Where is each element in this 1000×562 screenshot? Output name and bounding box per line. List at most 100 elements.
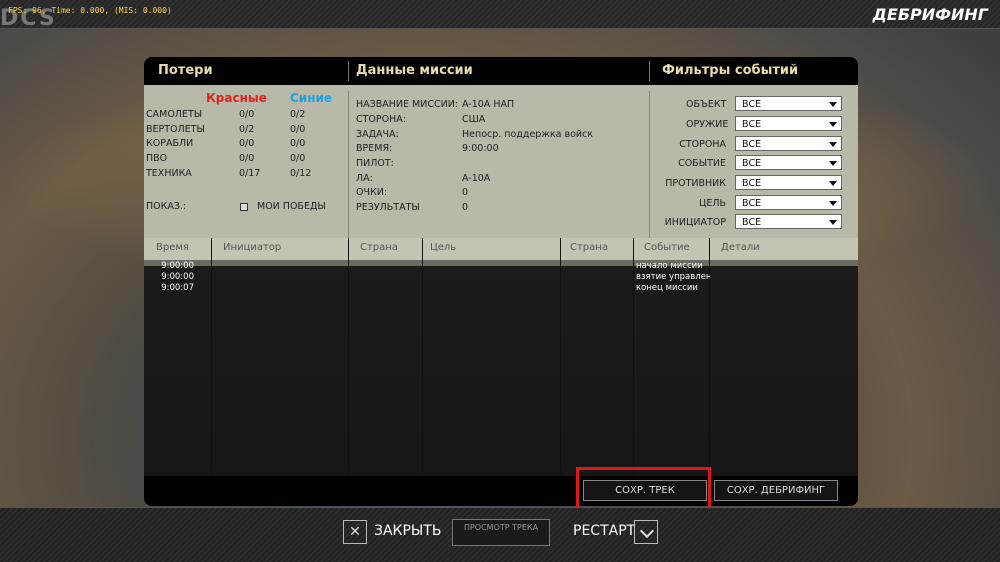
blue-team-header: Синие bbox=[290, 91, 333, 105]
dropdown-arrow-icon bbox=[829, 161, 837, 166]
loss-label: ТЕХНИКА bbox=[146, 168, 192, 179]
filter-label-opponent: ПРОТИВНИК bbox=[665, 178, 726, 189]
red-team-header: Красные bbox=[206, 91, 267, 105]
loss-blue-value: 0/12 bbox=[290, 168, 312, 179]
mission-label: ЛА: bbox=[356, 173, 373, 184]
column-header-details[interactable]: Детали bbox=[721, 242, 760, 253]
loss-red-value: 0/17 bbox=[239, 168, 261, 179]
restart-button[interactable]: РЕСТАРТ bbox=[573, 523, 635, 539]
event-filters-header: Фильтры событий bbox=[662, 63, 799, 78]
mission-label: НАЗВАНИЕ МИССИИ: bbox=[356, 99, 459, 110]
loss-blue-value: 0/0 bbox=[290, 138, 306, 149]
top-bar: DCS FPS: 96, Time: 0.000, (MIS: 0.000) Д… bbox=[0, 0, 1000, 31]
table-row-event: начало миссии bbox=[636, 261, 703, 271]
filter-label-target: ЦЕЛЬ bbox=[698, 198, 726, 209]
my-wins-checkbox[interactable] bbox=[240, 203, 248, 211]
restart-options-button[interactable] bbox=[634, 520, 658, 544]
events-table: Время Инициатор Страна Цель Страна Событ… bbox=[144, 238, 858, 476]
column-divider bbox=[211, 238, 212, 476]
close-button[interactable]: ЗАКРЫТЬ bbox=[374, 523, 441, 539]
mission-value: Непоср. поддержка войск bbox=[462, 129, 594, 140]
loss-blue-value: 0/2 bbox=[290, 109, 306, 120]
column-divider bbox=[633, 238, 634, 476]
table-row-event: конец миссии bbox=[636, 283, 698, 293]
loss-blue-value: 0/0 bbox=[290, 153, 306, 164]
filter-select-value: ВСЕ bbox=[742, 139, 762, 150]
loss-label: ВЕРТОЛЕТЫ bbox=[146, 124, 205, 135]
table-row-time: 9:00:07 bbox=[161, 283, 194, 293]
section-divider bbox=[348, 91, 349, 261]
filter-select-opponent[interactable]: ВСЕ bbox=[735, 175, 842, 190]
chevron-down-icon bbox=[639, 523, 655, 539]
mission-value: 0 bbox=[462, 202, 469, 213]
column-divider bbox=[560, 238, 561, 476]
table-row-time: 9:00:00 bbox=[161, 272, 194, 282]
mission-label: ПИЛОТ: bbox=[356, 158, 394, 169]
loss-red-value: 0/0 bbox=[239, 138, 255, 149]
screen-title: ДЕБРИФИНГ bbox=[872, 5, 988, 24]
column-header-time[interactable]: Время bbox=[156, 242, 189, 253]
mission-label: ЗАДАЧА: bbox=[356, 129, 399, 140]
loss-label: КОРАБЛИ bbox=[146, 138, 194, 149]
mission-value: 0 bbox=[462, 187, 469, 198]
filter-select-value: ВСЕ bbox=[742, 198, 762, 209]
filter-label-event: СОБЫТИЕ bbox=[678, 158, 726, 169]
save-debriefing-button[interactable]: СОХР. ДЕБРИФИНГ bbox=[714, 480, 838, 501]
filter-label-side: СТОРОНА bbox=[679, 139, 726, 150]
dropdown-arrow-icon bbox=[829, 142, 837, 147]
header-divider bbox=[649, 61, 650, 81]
show-label: ПОКАЗ.: bbox=[146, 201, 187, 212]
filter-select-value: ВСЕ bbox=[742, 119, 762, 130]
close-icon[interactable]: ✕ bbox=[343, 520, 367, 544]
filter-select-value: ВСЕ bbox=[742, 158, 762, 169]
filter-label-initiator: ИНИЦИАТОР bbox=[664, 217, 726, 228]
mission-value: США bbox=[462, 114, 486, 125]
table-row-event: взятие управления bbox=[636, 272, 710, 282]
my-wins-label: МОИ ПОБЕДЫ bbox=[257, 201, 326, 212]
filter-select-side[interactable]: ВСЕ bbox=[735, 136, 842, 151]
section-divider bbox=[649, 91, 650, 261]
mission-label: РЕЗУЛЬТАТЫ bbox=[356, 202, 420, 213]
mission-data-header: Данные миссии bbox=[356, 63, 473, 78]
column-header-event[interactable]: Событие bbox=[644, 242, 690, 253]
mission-value: A-10A НАП bbox=[462, 99, 515, 110]
filter-select-event[interactable]: ВСЕ bbox=[735, 155, 842, 170]
column-header-initiator[interactable]: Инициатор bbox=[223, 242, 281, 253]
loss-red-value: 0/0 bbox=[239, 109, 255, 120]
filter-select-value: ВСЕ bbox=[742, 178, 762, 189]
dropdown-arrow-icon bbox=[829, 122, 837, 127]
losses-header: Потери bbox=[158, 63, 213, 78]
filter-label-object: ОБЪЕКТ bbox=[686, 99, 727, 110]
filter-select-initiator[interactable]: ВСЕ bbox=[735, 214, 842, 229]
loss-red-value: 0/2 bbox=[239, 124, 255, 135]
save-track-highlight bbox=[576, 467, 711, 511]
mission-label: ВРЕМЯ: bbox=[356, 143, 393, 154]
filter-select-target[interactable]: ВСЕ bbox=[735, 195, 842, 210]
mission-label: ОЧКИ: bbox=[356, 187, 388, 198]
filter-select-weapon[interactable]: ВСЕ bbox=[735, 116, 842, 131]
loss-red-value: 0/0 bbox=[239, 153, 255, 164]
loss-blue-value: 0/0 bbox=[290, 124, 306, 135]
column-divider bbox=[348, 238, 349, 476]
loss-label: САМОЛЕТЫ bbox=[146, 109, 203, 120]
dropdown-arrow-icon bbox=[829, 181, 837, 186]
fps-counter: FPS: 96, Time: 0.000, (MIS: 0.000) bbox=[8, 6, 172, 15]
mission-label: СТОРОНА: bbox=[356, 114, 406, 125]
filter-select-value: ВСЕ bbox=[742, 217, 762, 228]
loss-label: ПВО bbox=[146, 153, 168, 164]
filter-select-object[interactable]: ВСЕ bbox=[735, 96, 842, 111]
dropdown-arrow-icon bbox=[829, 220, 837, 225]
column-header-target[interactable]: Цель bbox=[430, 242, 456, 253]
mission-value: A-10A bbox=[462, 173, 491, 184]
dropdown-arrow-icon bbox=[829, 102, 837, 107]
table-row-time: 9:00:00 bbox=[161, 261, 194, 271]
view-track-button[interactable]: ПРОСМОТР ТРЕКА bbox=[452, 519, 550, 546]
dropdown-arrow-icon bbox=[829, 201, 837, 206]
mission-value: 9:00:00 bbox=[462, 143, 499, 154]
column-header-target-country[interactable]: Страна bbox=[570, 242, 608, 253]
panel-footer: СОХР. ТРЕК СОХР. ДЕБРИФИНГ bbox=[144, 476, 858, 506]
column-header-country[interactable]: Страна bbox=[360, 242, 398, 253]
debriefing-panel: Потери Данные миссии Фильтры событий Кра… bbox=[144, 57, 858, 506]
filter-label-weapon: ОРУЖИЕ bbox=[686, 119, 729, 130]
filter-select-value: ВСЕ bbox=[742, 99, 762, 110]
